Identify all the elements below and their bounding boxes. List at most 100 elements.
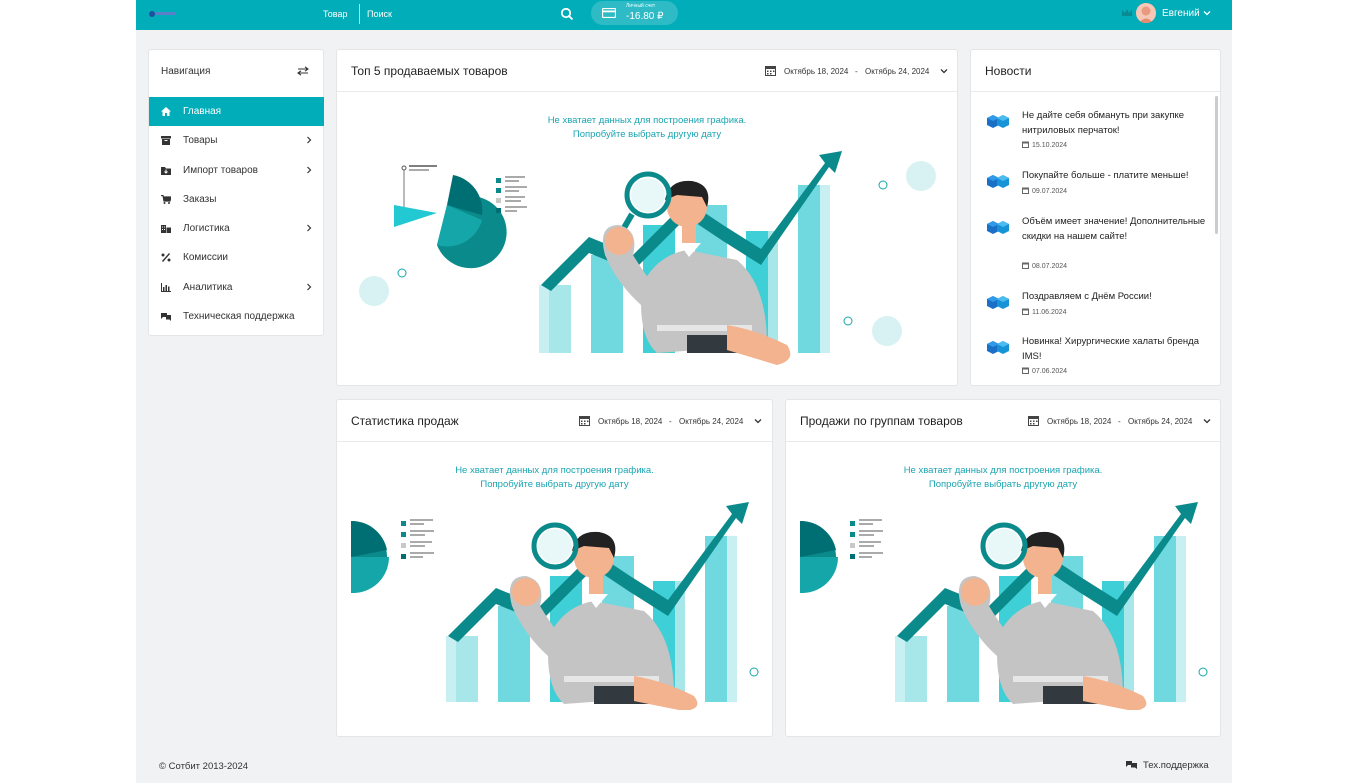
date-separator: -: [1118, 417, 1121, 426]
balance-widget[interactable]: Личный счет -16.80 ₽: [591, 1, 678, 25]
sidebar-nav: Навигация Главная Товары Импорт товаров Зак…: [148, 49, 324, 336]
footer-support-link[interactable]: Тех.поддержка: [1126, 760, 1209, 771]
calendar-icon: [1022, 141, 1029, 148]
news-title: Покупайте больше - платите меньше!: [1022, 170, 1189, 181]
sidebar-item-label: Товары: [183, 135, 218, 147]
bar-chart-icon: [161, 282, 171, 292]
chevron-right-icon: [307, 166, 312, 174]
nav-link-product[interactable]: Товар: [323, 9, 348, 19]
sidebar-item[interactable]: Логистика: [149, 214, 324, 243]
panel-header: Новости: [971, 50, 1220, 92]
chevron-right-icon: [307, 283, 312, 291]
date-range-picker[interactable]: Октябрь 18, 2024 - Октябрь 24, 2024: [1028, 415, 1218, 429]
sidebar-title: Навигация: [161, 66, 211, 77]
news-date-value: 09.07.2024: [1032, 188, 1068, 195]
sidebar-item-label: Импорт товаров: [183, 164, 258, 176]
calendar-icon: [1022, 367, 1029, 374]
news-date: 09.07.2024: [1022, 187, 1067, 195]
no-data-hint: Попробуйте выбрать другую дату: [480, 479, 629, 490]
balance-value: -16.80 ₽: [626, 11, 664, 22]
news-date-value: 15.10.2024: [1032, 142, 1068, 149]
pie-chart-graphic: [351, 519, 434, 594]
sidebar-item-label: Логистика: [183, 223, 230, 235]
panel-header: Статистика продаж Октябрь 18, 2024 - Окт…: [337, 400, 772, 442]
calendar-icon: [1022, 262, 1029, 269]
home-icon: [161, 107, 171, 116]
cubes-icon: [987, 341, 1009, 354]
sidebar-item[interactable]: Главная: [149, 97, 324, 127]
date-from: Октябрь 18, 2024: [1047, 417, 1112, 426]
cubes-icon: [987, 115, 1009, 128]
pie-chart-graphic: [800, 519, 883, 594]
news-scrollbar[interactable]: [1215, 96, 1218, 234]
news-panel: Новости Не дайте себя обмануть при закуп…: [970, 49, 1221, 386]
news-date-value: 08.07.2024: [1032, 263, 1068, 270]
panel-title: Топ 5 продаваемых товаров: [351, 64, 508, 78]
chevron-right-icon: [307, 224, 312, 232]
no-data-hint: Попробуйте выбрать другую дату: [572, 129, 722, 140]
date-range-picker[interactable]: Октябрь 18, 2024 - Октябрь 24, 2024: [579, 415, 769, 429]
chat-icon: [161, 313, 171, 322]
calendar-icon: [1022, 308, 1029, 315]
no-data-line: Не хватает данных для построения графика…: [455, 465, 654, 476]
crown-icon: [1122, 9, 1132, 16]
chevron-down-icon: [940, 69, 948, 74]
sales-by-groups-panel: Продажи по группам товаров Октябрь 18, 2…: [785, 399, 1221, 737]
sidebar-item[interactable]: Аналитика: [149, 273, 324, 302]
logo[interactable]: [148, 9, 178, 19]
news-date: 08.07.2024: [1022, 262, 1067, 270]
box-icon: [161, 136, 171, 146]
user-name[interactable]: Евгений: [1162, 8, 1200, 19]
search-icon[interactable]: [560, 7, 574, 21]
sidebar-menu: Главная Товары Импорт товаров Заказы Логисти…: [149, 97, 324, 331]
top5-products-panel: Топ 5 продаваемых товаров Октябрь 18, 20…: [336, 49, 958, 386]
sidebar-item[interactable]: Заказы: [149, 185, 324, 214]
news-title: Новинка! Хирургические халаты бренда IMS…: [1022, 336, 1200, 362]
date-to: Октябрь 24, 2024: [1128, 417, 1193, 426]
sales-stats-panel: Статистика продаж Октябрь 18, 2024 - Окт…: [336, 399, 773, 737]
sidebar-item[interactable]: Импорт товаров: [149, 156, 324, 185]
footer-support-label: Тех.поддержка: [1143, 760, 1209, 771]
sidebar-item[interactable]: Комиссии: [149, 243, 324, 272]
no-data-hint: Попробуйте выбрать другую дату: [928, 479, 1078, 490]
no-data-message: Не хватает данных для построения графика…: [786, 464, 1220, 492]
avatar[interactable]: [1136, 3, 1156, 23]
no-data-line: Не хватает данных для построения графика…: [903, 465, 1103, 476]
sidebar-item-label: Заказы: [183, 193, 217, 205]
news-title: Поздравляем с Днём России!: [1022, 291, 1152, 302]
sidebar-item[interactable]: Товары: [149, 126, 324, 155]
import-icon: [161, 166, 171, 175]
sidebar-item-label: Техническая поддержка: [183, 311, 295, 323]
no-data-illustration: [351, 502, 759, 710]
calendar-icon: [579, 416, 590, 426]
chevron-down-icon: [754, 419, 762, 424]
no-data-illustration: [800, 502, 1208, 710]
news-date-value: 11.06.2024: [1032, 309, 1067, 316]
credit-card-icon: [602, 8, 616, 18]
footer-copyright: © Сотбит 2013-2024: [159, 761, 249, 772]
date-from: Октябрь 18, 2024: [598, 417, 663, 426]
chevron-down-icon[interactable]: [1203, 9, 1211, 17]
panel-header: Топ 5 продаваемых товаров Октябрь 18, 20…: [337, 50, 957, 92]
news-date-value: 07.06.2024: [1032, 368, 1068, 375]
sidebar-item[interactable]: Техническая поддержка: [149, 302, 324, 331]
date-separator: -: [669, 417, 672, 426]
balance-label: Личный счет: [626, 3, 656, 9]
percent-icon: [161, 253, 171, 263]
swap-icon[interactable]: [297, 66, 309, 76]
news-title: Не дайте себя обмануть при закупке нитри…: [1022, 110, 1185, 136]
date-range-picker[interactable]: Октябрь 18, 2024 - Октябрь 24, 2024: [765, 65, 955, 79]
panel-title: Продажи по группам товаров: [800, 414, 963, 428]
sidebar-item-label: Аналитика: [183, 281, 233, 293]
date-to: Октябрь 24, 2024: [865, 67, 930, 76]
date-to: Октябрь 24, 2024: [679, 417, 744, 426]
chat-icon: [1126, 761, 1137, 769]
panel-header: Продажи по группам товаров Октябрь 18, 2…: [786, 400, 1220, 442]
nav-link-search[interactable]: Поиск: [367, 9, 392, 19]
calendar-icon: [1028, 416, 1039, 426]
cart-icon: [161, 194, 171, 204]
chevron-down-icon: [1203, 419, 1211, 424]
building-icon: [161, 225, 171, 234]
divider: [359, 4, 360, 24]
news-date: 15.10.2024: [1022, 141, 1067, 149]
